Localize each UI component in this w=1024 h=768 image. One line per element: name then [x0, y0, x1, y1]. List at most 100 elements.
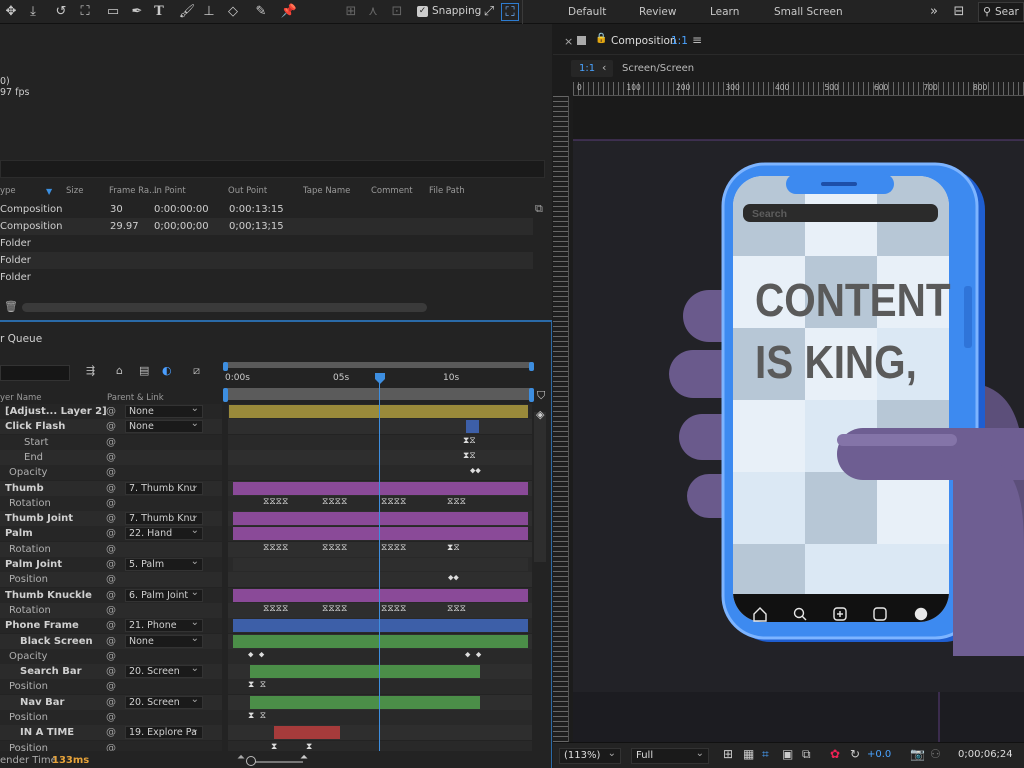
work-area-right-marker[interactable] — [529, 388, 534, 402]
parent-dropdown[interactable]: 19. Explore Pa — [125, 726, 203, 740]
keyframe-group[interactable]: ◆◆ — [470, 466, 481, 476]
grid-guides-icon[interactable]: ⧉ — [802, 747, 811, 762]
comp-marker-icon[interactable]: ⛉ — [537, 389, 545, 403]
project-scrollbar[interactable] — [22, 303, 427, 312]
world-axis-icon[interactable]: ⋏ — [364, 3, 382, 21]
pick-whip-icon[interactable]: @ — [106, 725, 116, 740]
col-type[interactable]: ype — [0, 186, 16, 196]
property-row[interactable]: End @ — [0, 449, 222, 465]
pick-whip-icon[interactable]: @ — [106, 588, 116, 603]
zoom-out-icon[interactable]: ⏶ — [237, 752, 245, 763]
keyframe-group[interactable]: ⧖⧖⧖⧖ — [381, 543, 406, 553]
pick-whip-icon[interactable]: @ — [106, 618, 116, 633]
resolution-select[interactable]: Full ⌄ — [631, 748, 709, 764]
zoom-in-icon[interactable]: ⏶ — [300, 752, 308, 763]
property-row[interactable]: Rotation @ — [0, 495, 222, 511]
layer-search-input[interactable] — [0, 365, 70, 381]
parent-dropdown[interactable]: 7. Thumb Knu — [125, 481, 203, 495]
layer-duration-bar[interactable] — [233, 634, 528, 648]
keyframe-group[interactable]: ⧗ ⧖ — [248, 680, 266, 690]
work-area-bar[interactable] — [225, 362, 533, 368]
layer-row[interactable]: [Adjust... Layer 2] @ None — [0, 404, 222, 419]
graph-editor-icon[interactable]: ⧄ — [193, 364, 200, 378]
current-timecode[interactable]: 0;00;06;24 — [958, 749, 1013, 760]
pick-whip-icon[interactable]: @ — [106, 649, 116, 664]
layer-duration-bar[interactable] — [233, 558, 528, 571]
trash-icon[interactable]: 🗑 — [4, 300, 18, 313]
workspace-default[interactable]: Default — [568, 6, 606, 18]
layer-row[interactable]: Nav Bar @20. Screen — [0, 694, 222, 710]
zoom-slider-knob[interactable] — [246, 756, 256, 766]
pick-whip-icon[interactable]: @ — [106, 511, 116, 526]
property-row[interactable]: Rotation @ — [0, 602, 222, 618]
camera-tool-icon[interactable]: ⛶ — [76, 3, 94, 21]
pick-whip-icon[interactable]: @ — [106, 710, 116, 725]
project-row[interactable]: Folder — [0, 269, 533, 286]
layer-duration-bar[interactable] — [233, 512, 528, 526]
pick-whip-icon[interactable]: @ — [106, 435, 116, 450]
keyframe-group[interactable]: ⧖⧖⧖⧖ — [322, 604, 347, 614]
project-row[interactable]: Composition 29.97 0;00;00;00 0;00;13;15 — [0, 218, 533, 235]
parent-dropdown[interactable]: 20. Screen — [125, 695, 203, 709]
pick-whip-icon[interactable]: @ — [106, 481, 116, 496]
channels-icon[interactable]: ✿ — [830, 747, 840, 761]
layer-duration-bar[interactable] — [466, 420, 479, 434]
search-help-box[interactable]: ⚲ Sear — [978, 2, 1024, 22]
col-layer-name[interactable]: yer Name — [0, 393, 42, 403]
keyframe-group[interactable]: ⧗⧖ — [463, 436, 476, 446]
more-workspaces-icon[interactable]: » — [925, 3, 943, 21]
sort-arrow-icon[interactable]: ▼ — [46, 187, 52, 196]
property-row[interactable]: Position @ — [0, 710, 222, 725]
playhead-line[interactable] — [379, 373, 380, 751]
snapshot-icon[interactable]: 📷 — [910, 747, 925, 761]
track-lane[interactable] — [228, 679, 532, 695]
parent-dropdown[interactable]: 6. Palm Joint — [125, 588, 203, 602]
workspace-panel-icon[interactable]: ⊟ — [950, 3, 968, 21]
keyframe-group[interactable]: ⧗⧖ — [463, 451, 476, 461]
pick-whip-icon[interactable]: @ — [106, 542, 116, 557]
region-of-interest-icon[interactable]: ▣ — [782, 747, 793, 761]
comp-viewer[interactable]: Search CONTENT IS KING, — [573, 96, 1024, 742]
transparency-grid-icon[interactable]: ▦ — [743, 747, 754, 761]
lock-icon[interactable]: 🔒 — [595, 33, 607, 44]
layer-row[interactable]: Click Flash @ None — [0, 419, 222, 435]
col-frame-rate[interactable]: Frame Ra... — [109, 186, 157, 196]
work-area-left-marker[interactable] — [223, 388, 228, 402]
col-in-point[interactable]: In Point — [154, 186, 186, 196]
col-tape-name[interactable]: Tape Name — [303, 186, 350, 196]
roto-tool-icon[interactable]: ✎ — [252, 3, 270, 21]
layer-row[interactable]: Black Screen @ None — [0, 633, 222, 649]
comp-flowchart-icon[interactable]: ⇶ — [86, 364, 95, 377]
parent-dropdown[interactable]: None — [125, 420, 203, 434]
layer-row[interactable]: Search Bar @20. Screen — [0, 664, 222, 680]
col-comment[interactable]: Comment — [371, 186, 413, 196]
pick-whip-icon[interactable]: @ — [106, 419, 116, 434]
layer-duration-bar[interactable] — [250, 665, 480, 679]
keyframe-group[interactable]: ⧖⧖⧖⧖ — [263, 497, 288, 507]
workspace-learn[interactable]: Learn — [710, 6, 739, 18]
layer-row[interactable]: Thumb Joint @7. Thumb Knu — [0, 511, 222, 527]
track-lane[interactable] — [228, 449, 532, 465]
parent-dropdown[interactable]: 7. Thumb Knu — [125, 512, 203, 526]
pick-whip-icon[interactable]: @ — [106, 450, 116, 465]
pick-whip-icon[interactable]: @ — [106, 603, 116, 618]
zoom-slider[interactable] — [248, 761, 303, 763]
exposure-value[interactable]: +0.0 — [867, 749, 891, 760]
parent-dropdown[interactable]: 22. Hand — [125, 527, 203, 541]
track-lane[interactable] — [228, 710, 532, 725]
keyframe-group[interactable]: ⧖⧖⧖⧖ — [263, 543, 288, 553]
puppet-tool-icon[interactable]: 📌 — [280, 3, 298, 21]
layer-duration-bar[interactable] — [233, 481, 528, 495]
flowchart-icon[interactable]: ⧉ — [535, 202, 543, 216]
parent-dropdown[interactable]: 20. Screen — [125, 665, 203, 679]
property-row[interactable]: Position @ — [0, 740, 222, 751]
keyframe-group[interactable]: ⧖⧖⧖⧖ — [263, 604, 288, 614]
property-row[interactable]: Position @ — [0, 572, 222, 588]
track-lane[interactable] — [228, 419, 532, 435]
exposure-reset-icon[interactable]: ↻ — [850, 747, 860, 761]
pick-whip-icon[interactable]: @ — [106, 404, 116, 419]
work-area-end-handle[interactable] — [529, 362, 534, 371]
type-tool-icon[interactable]: T — [150, 3, 168, 21]
pick-whip-icon[interactable]: @ — [106, 557, 116, 572]
keyframe-group[interactable]: ⧗ — [306, 742, 312, 751]
